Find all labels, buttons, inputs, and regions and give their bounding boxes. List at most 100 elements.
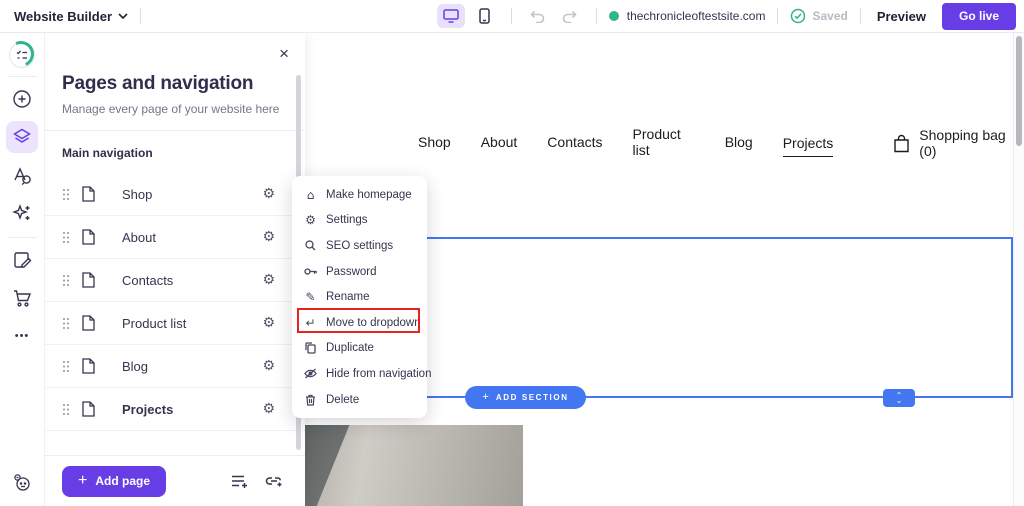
mobile-icon	[479, 8, 490, 24]
chevron-down-icon	[118, 13, 128, 19]
menu-item-rename[interactable]: ✎ Rename	[292, 284, 427, 310]
shopping-bag-button[interactable]: Shopping bag (0)	[893, 127, 1013, 159]
more-dots-icon[interactable]: •••	[6, 320, 38, 352]
plus-icon: +	[78, 472, 87, 490]
trash-icon	[304, 394, 317, 406]
page-row-projects[interactable]: Projects ⚙	[45, 388, 305, 431]
page-row-contacts[interactable]: Contacts ⚙	[45, 259, 305, 302]
page-icon	[82, 229, 95, 245]
progress-arc	[4, 37, 37, 70]
divider	[8, 237, 37, 238]
go-live-button[interactable]: Go live	[942, 3, 1016, 30]
menu-item-seo-settings[interactable]: SEO settings	[292, 233, 427, 259]
section-resize-handle[interactable]: ⌃ ⌄	[883, 389, 915, 407]
site-nav-link-about[interactable]: About	[481, 134, 518, 152]
site-nav-link-blog[interactable]: Blog	[725, 134, 753, 152]
preview-button[interactable]: Preview	[877, 9, 926, 24]
undo-button[interactable]	[524, 4, 552, 28]
site-nav-link-projects[interactable]: Projects	[783, 135, 834, 157]
pages-list: Shop ⚙ About ⚙ Contacts ⚙ Product list	[45, 173, 305, 431]
redo-icon	[562, 10, 577, 23]
panel-title: Pages and navigation	[62, 73, 285, 95]
shopping-bag-label: Shopping bag (0)	[919, 127, 1013, 159]
panel-subtitle: Manage every page of your website here	[62, 102, 285, 116]
menu-item-make-homepage[interactable]: ⌂ Make homepage	[292, 182, 427, 208]
saved-check-icon	[790, 8, 806, 24]
site-domain[interactable]: thechronicleoftestsite.com	[627, 9, 766, 23]
drag-handle-icon[interactable]	[63, 232, 69, 243]
page-icon	[82, 315, 95, 331]
add-page-button[interactable]: + Add page	[62, 466, 166, 497]
page-scrollbar-track[interactable]	[1013, 33, 1024, 506]
blog-icon[interactable]	[6, 244, 38, 276]
gear-icon: ⚙	[304, 213, 317, 227]
plus-icon: +	[482, 392, 488, 403]
top-bar: Website Builder	[0, 0, 1024, 33]
mobile-view-button[interactable]	[471, 4, 499, 28]
page-icon	[82, 401, 95, 417]
drag-handle-icon[interactable]	[63, 275, 69, 286]
menu-item-hide-from-navigation[interactable]: Hide from navigation	[292, 361, 427, 387]
search-icon	[304, 240, 317, 251]
shopping-bag-icon	[893, 134, 910, 153]
desktop-view-button[interactable]	[437, 4, 465, 28]
page-row-shop[interactable]: Shop ⚙	[45, 173, 305, 216]
panel-footer: + Add page	[45, 455, 305, 506]
left-icon-rail: •••	[0, 33, 45, 506]
divider	[511, 8, 512, 24]
drag-handle-icon[interactable]	[63, 189, 69, 200]
ai-sparkles-icon[interactable]	[6, 197, 38, 229]
chevron-down-icon: ⌄	[896, 398, 903, 403]
site-nav-link-shop[interactable]: Shop	[418, 134, 451, 152]
page-scrollbar-thumb[interactable]	[1016, 36, 1022, 146]
page-settings-gear-icon[interactable]: ⚙	[262, 359, 275, 373]
setup-checklist-icon[interactable]	[9, 42, 35, 68]
menu-item-move-to-dropdown[interactable]: ↵ Move to dropdown	[292, 310, 427, 336]
redo-button[interactable]	[556, 4, 584, 28]
help-feedback-icon[interactable]	[6, 466, 38, 498]
pencil-icon: ✎	[304, 290, 317, 304]
pages-layers-icon[interactable]	[6, 121, 38, 153]
add-section-button[interactable]: + ADD SECTION	[465, 386, 586, 409]
menu-item-duplicate[interactable]: Duplicate	[292, 336, 427, 362]
site-nav-link-product-list[interactable]: Product list	[633, 126, 695, 160]
divider	[860, 8, 861, 24]
design-text-icon[interactable]	[6, 159, 38, 191]
drag-handle-icon[interactable]	[63, 318, 69, 329]
page-context-menu: ⌂ Make homepage ⚙ Settings SEO settings …	[292, 176, 427, 418]
key-icon	[304, 267, 317, 276]
site-online-dot	[609, 11, 619, 21]
menu-item-delete[interactable]: Delete	[292, 387, 427, 413]
close-icon[interactable]: ×	[279, 45, 289, 62]
drag-handle-icon[interactable]	[63, 404, 69, 415]
drag-handle-icon[interactable]	[63, 361, 69, 372]
site-nav-link-contacts[interactable]: Contacts	[547, 134, 602, 152]
page-icon	[82, 186, 95, 202]
page-icon	[82, 272, 95, 288]
page-settings-gear-icon[interactable]: ⚙	[262, 273, 275, 287]
add-element-icon[interactable]	[6, 83, 38, 115]
page-settings-gear-icon[interactable]: ⚙	[262, 187, 275, 201]
page-settings-gear-icon[interactable]: ⚙	[262, 230, 275, 244]
page-settings-gear-icon[interactable]: ⚙	[262, 402, 275, 416]
add-link-icon[interactable]	[265, 474, 283, 489]
main-navigation-label: Main navigation	[45, 131, 305, 173]
page-row-product-list[interactable]: Product list ⚙	[45, 302, 305, 345]
divider	[8, 76, 37, 77]
app-title-dropdown[interactable]: Website Builder	[14, 9, 128, 24]
pages-panel: × Pages and navigation Manage every page…	[45, 33, 305, 506]
home-icon: ⌂	[304, 188, 317, 202]
store-cart-icon[interactable]	[6, 282, 38, 314]
page-row-blog[interactable]: Blog ⚙	[45, 345, 305, 388]
menu-item-settings[interactable]: ⚙ Settings	[292, 208, 427, 234]
menu-item-password[interactable]: Password	[292, 259, 427, 285]
page-icon	[82, 358, 95, 374]
add-navigation-item-icon[interactable]	[231, 474, 248, 489]
divider	[777, 8, 778, 24]
page-settings-gear-icon[interactable]: ⚙	[262, 316, 275, 330]
eye-off-icon	[304, 368, 317, 379]
duplicate-icon	[304, 342, 317, 354]
divider	[596, 8, 597, 24]
page-row-about[interactable]: About ⚙	[45, 216, 305, 259]
divider	[140, 8, 141, 24]
